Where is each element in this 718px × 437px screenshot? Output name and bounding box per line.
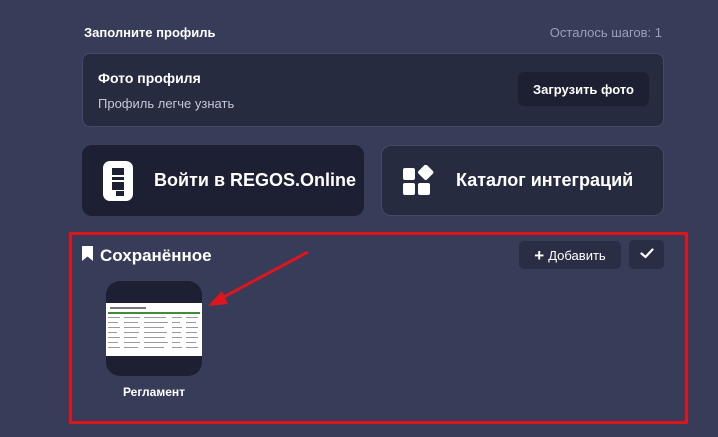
add-saved-button[interactable]: + Добавить [519, 241, 621, 269]
saved-section-title: Сохранённое [81, 245, 212, 267]
regos-logo-icon [100, 160, 136, 202]
profile-title: Заполните профиль [84, 24, 216, 40]
add-saved-label: Добавить [548, 247, 606, 263]
spreadsheet-preview [106, 303, 202, 356]
login-regos-card[interactable]: Войти в REGOS.Online [82, 145, 364, 216]
photo-subtitle: Профиль легче узнать [98, 96, 235, 111]
saved-title-label: Сохранённое [100, 246, 212, 265]
photo-title: Фото профиля [98, 70, 201, 86]
login-regos-label: Войти в REGOS.Online [154, 170, 357, 190]
plus-icon: + [534, 245, 545, 265]
integrations-catalog-card[interactable]: Каталог интеграций [381, 145, 664, 216]
saved-item-reglament[interactable] [106, 281, 202, 376]
profile-header: Заполните профиль Осталось шагов: 1 [84, 22, 662, 42]
check-icon [639, 246, 654, 264]
bookmark-icon [81, 245, 94, 267]
integrations-catalog-icon [400, 160, 436, 202]
profile-photo-card: Фото профиля Профиль легче узнать Загруз… [82, 53, 664, 127]
steps-left-counter: Осталось шагов: 1 [549, 24, 662, 40]
confirm-button[interactable] [629, 240, 664, 269]
upload-photo-button[interactable]: Загрузить фото [518, 72, 649, 106]
integrations-catalog-label: Каталог интеграций [456, 170, 634, 190]
saved-item-label: Регламент [122, 385, 186, 399]
